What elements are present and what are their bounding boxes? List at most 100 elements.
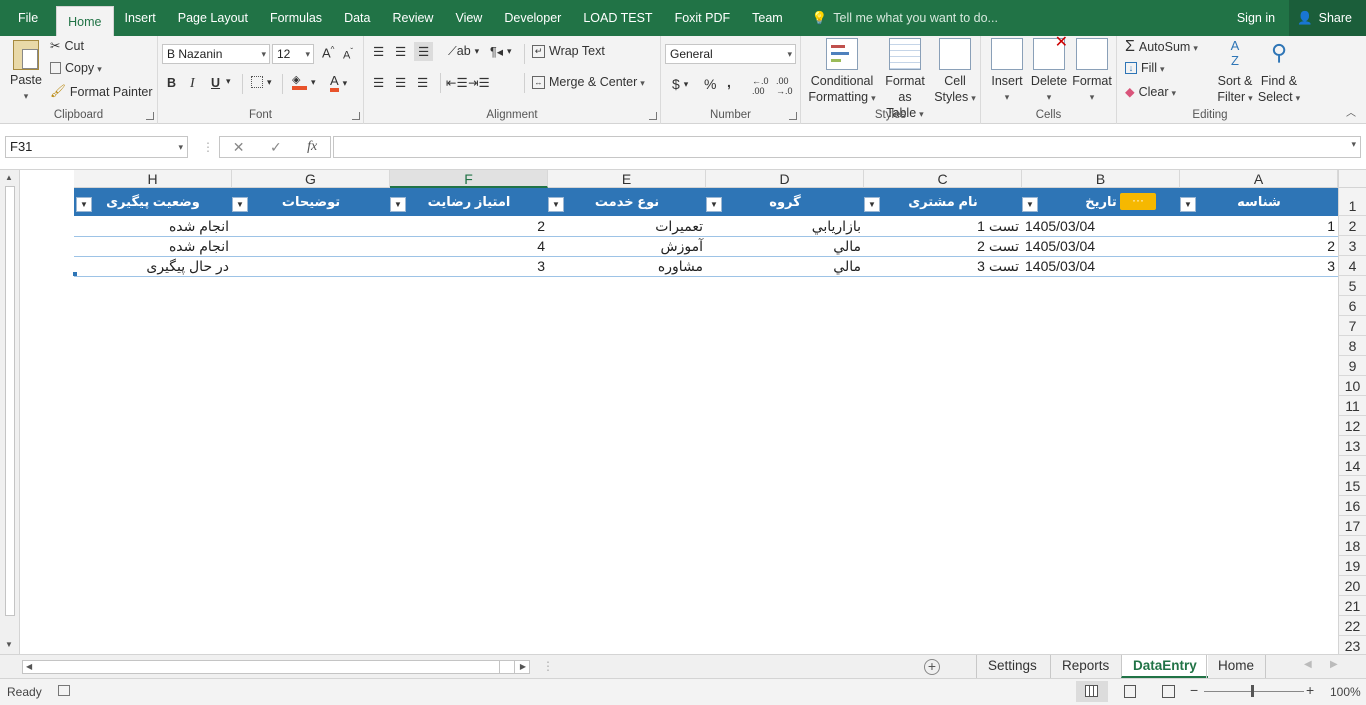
- tab-foxit-pdf[interactable]: Foxit PDF: [664, 0, 742, 36]
- row-header[interactable]: 2: [1338, 216, 1366, 236]
- middle-align-button[interactable]: ☰: [395, 44, 406, 59]
- row-header[interactable]: 8: [1338, 336, 1366, 356]
- zoom-out-icon[interactable]: −: [1190, 682, 1198, 698]
- worksheet-grid[interactable]: ▲ ▼ H G F E D C B A وضعیت پیگیری ▼ توضیحا…: [0, 170, 1366, 654]
- cell-status[interactable]: در حال پیگیری: [74, 256, 232, 276]
- row-header[interactable]: 1: [1338, 188, 1366, 216]
- tab-team[interactable]: Team: [741, 0, 794, 36]
- vertical-scrollbar[interactable]: ▲ ▼: [0, 170, 20, 654]
- row-header[interactable]: 3: [1338, 236, 1366, 256]
- cell-id[interactable]: 3: [1180, 256, 1338, 276]
- table-header-date[interactable]: تاریخ ▼: [1022, 188, 1180, 216]
- prev-sheet-icon[interactable]: ◀: [1304, 659, 1312, 670]
- grow-font-button[interactable]: A^: [322, 45, 334, 60]
- date-header-chip[interactable]: ···: [1120, 193, 1156, 210]
- cell-score[interactable]: 4: [390, 236, 548, 256]
- italic-button[interactable]: I: [190, 76, 195, 92]
- sheet-tab-dataentry[interactable]: DataEntry: [1121, 655, 1208, 678]
- paste-button[interactable]: Paste ▾: [6, 40, 46, 104]
- cancel-icon[interactable]: ✕: [233, 139, 245, 156]
- scroll-up-icon[interactable]: ▲: [5, 173, 13, 182]
- orientation-button[interactable]: ⟋ab ▾: [448, 44, 479, 59]
- zoom-slider-thumb[interactable]: [1251, 685, 1254, 697]
- tell-me-box[interactable]: 💡 Tell me what you want to do...: [794, 0, 998, 36]
- table-resize-handle[interactable]: [73, 272, 77, 276]
- increase-indent-button[interactable]: ⇥☰: [468, 75, 490, 90]
- currency-button[interactable]: $ ▾: [672, 76, 688, 92]
- cut-button[interactable]: ✂ Cut: [50, 38, 84, 54]
- table-header-score[interactable]: امتیاز رضایت ▼: [390, 188, 548, 216]
- expand-formula-icon[interactable]: ▾: [1351, 139, 1356, 150]
- cell-notes[interactable]: [232, 216, 390, 236]
- filter-dropdown-icon[interactable]: ▼: [864, 197, 880, 212]
- underline-dropdown[interactable]: ▾: [226, 76, 231, 87]
- sheet-tab-settings[interactable]: Settings: [976, 655, 1048, 678]
- merge-center-button[interactable]: ↔ Merge & Center: [532, 75, 645, 89]
- cell-customer[interactable]: تست 1: [864, 216, 1022, 236]
- cell-service[interactable]: تعميرات: [548, 216, 706, 236]
- row-header[interactable]: 17: [1338, 516, 1366, 536]
- row-header[interactable]: 12: [1338, 416, 1366, 436]
- filter-dropdown-icon[interactable]: ▼: [76, 197, 92, 212]
- row-header[interactable]: 11: [1338, 396, 1366, 416]
- cell-group[interactable]: مالي: [706, 256, 864, 276]
- zoom-slider[interactable]: [1204, 691, 1304, 692]
- row-header[interactable]: 10: [1338, 376, 1366, 396]
- row-header[interactable]: 14: [1338, 456, 1366, 476]
- select-all-corner[interactable]: [1338, 170, 1366, 188]
- row-header[interactable]: 22: [1338, 616, 1366, 636]
- insert-cells-button[interactable]: Insert ▾: [987, 38, 1027, 105]
- column-header-b[interactable]: B: [1022, 170, 1180, 188]
- align-left-button[interactable]: ☰: [373, 75, 384, 90]
- row-header[interactable]: 4: [1338, 256, 1366, 276]
- horizontal-scroll-thumb[interactable]: [499, 661, 515, 673]
- row-header[interactable]: 6: [1338, 296, 1366, 316]
- page-layout-view-icon[interactable]: [1124, 685, 1136, 698]
- normal-view-button[interactable]: [1076, 681, 1108, 702]
- sign-in-link[interactable]: Sign in: [1223, 11, 1289, 25]
- cell-id[interactable]: 1: [1180, 216, 1338, 236]
- decrease-indent-button[interactable]: ⇤☰: [446, 75, 468, 90]
- tab-home[interactable]: Home: [56, 6, 114, 36]
- table-header-group[interactable]: گروه ▼: [706, 188, 864, 216]
- column-header-e[interactable]: E: [548, 170, 706, 188]
- font-size-select[interactable]: 12 ▾: [272, 44, 314, 64]
- tab-data[interactable]: Data: [333, 0, 381, 36]
- tab-review[interactable]: Review: [381, 0, 444, 36]
- column-header-g[interactable]: G: [232, 170, 390, 188]
- cell-customer[interactable]: تست 2: [864, 236, 1022, 256]
- increase-decimal-button[interactable]: ←.0.00: [752, 76, 769, 96]
- tab-formulas[interactable]: Formulas: [259, 0, 333, 36]
- table-header-id[interactable]: شناسه ▼: [1180, 188, 1338, 216]
- filter-dropdown-icon[interactable]: ▼: [232, 197, 248, 212]
- formula-input[interactable]: ▾: [333, 136, 1361, 158]
- column-header-h[interactable]: H: [74, 170, 232, 188]
- name-box[interactable]: F31 ▾: [5, 136, 188, 158]
- underline-button[interactable]: U: [211, 76, 220, 90]
- cell-date[interactable]: 1405/03/04: [1022, 216, 1180, 236]
- cell-styles-button[interactable]: Cell Styles: [933, 38, 977, 106]
- comma-button[interactable]: ,: [727, 74, 731, 90]
- new-sheet-button[interactable]: +: [924, 659, 940, 675]
- scroll-right-icon[interactable]: ▶: [520, 661, 526, 673]
- fill-color-button[interactable]: ◈ ▾: [292, 74, 316, 90]
- cell-date[interactable]: 1405/03/04: [1022, 256, 1180, 276]
- copy-button[interactable]: Copy: [50, 61, 102, 75]
- sheet-tab-reports[interactable]: Reports: [1050, 655, 1120, 678]
- row-header[interactable]: 5: [1338, 276, 1366, 296]
- autosum-button[interactable]: Σ AutoSum: [1125, 38, 1198, 56]
- collapse-ribbon-icon[interactable]: ︿: [1346, 104, 1356, 119]
- zoom-level[interactable]: 100%: [1330, 685, 1361, 699]
- column-header-c[interactable]: C: [864, 170, 1022, 188]
- table-header-status[interactable]: وضعیت پیگیری ▼: [74, 188, 232, 216]
- tab-file[interactable]: File: [0, 0, 56, 36]
- column-header-d[interactable]: D: [706, 170, 864, 188]
- font-name-select[interactable]: B Nazanin ▾: [162, 44, 270, 64]
- filter-dropdown-icon[interactable]: ▼: [390, 197, 406, 212]
- cell-id[interactable]: 2: [1180, 236, 1338, 256]
- bottom-align-button[interactable]: ☰: [414, 42, 434, 61]
- share-button[interactable]: 👤 Share: [1289, 0, 1366, 36]
- cell-service[interactable]: آموزش: [548, 236, 706, 256]
- cell-score[interactable]: 3: [390, 256, 548, 276]
- cell-notes[interactable]: [232, 236, 390, 256]
